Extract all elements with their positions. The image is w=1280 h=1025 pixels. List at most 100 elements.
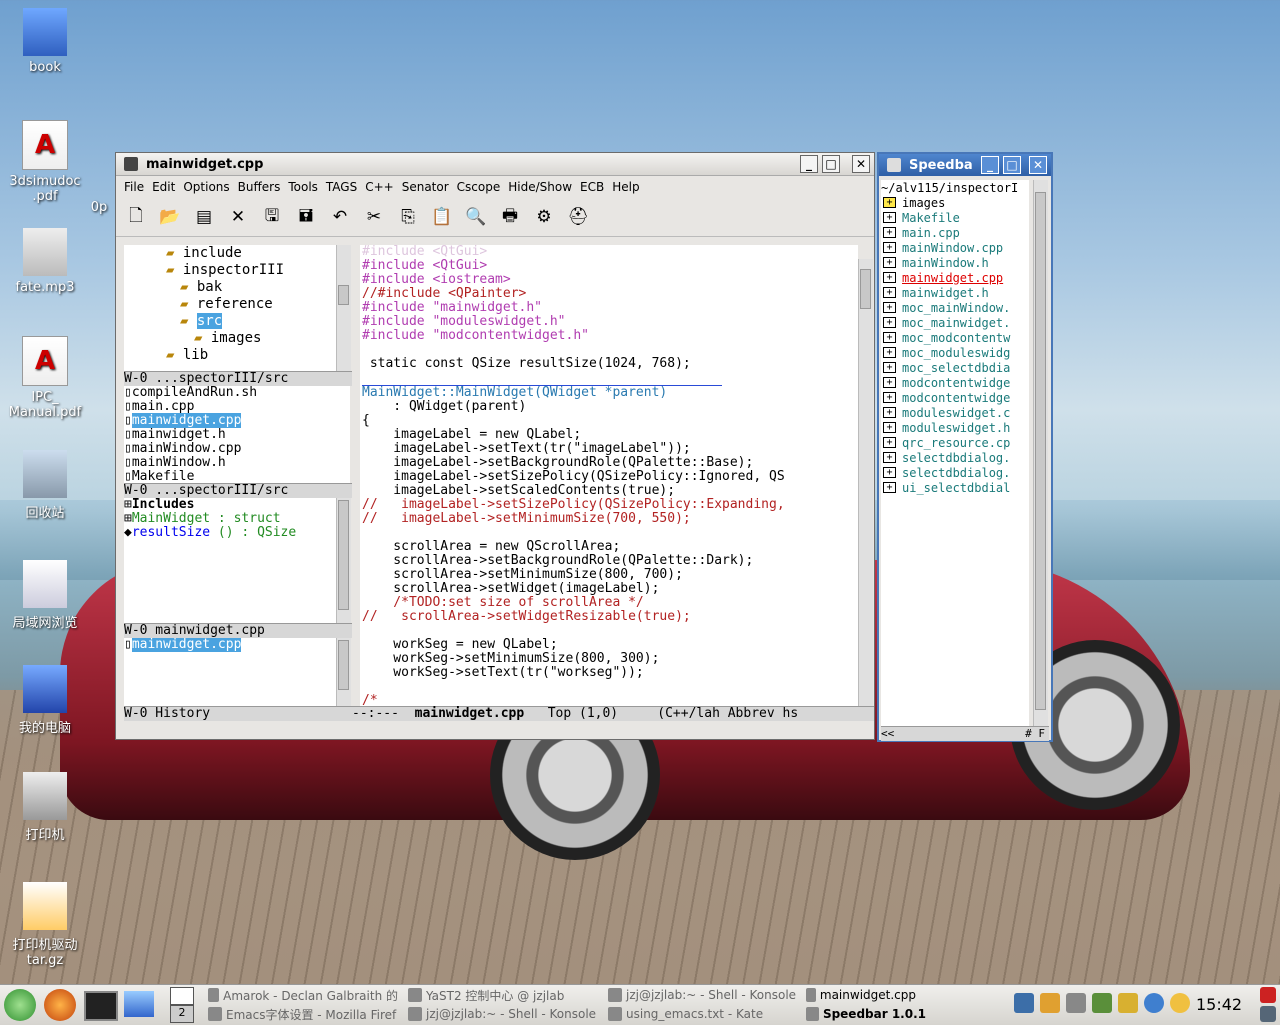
source-file-item[interactable]: ▯mainWindow.cpp xyxy=(124,442,350,456)
speedbar-item[interactable]: + modcontentwidge xyxy=(881,390,1029,405)
expand-file-icon[interactable]: + xyxy=(883,287,896,298)
menu-cscope[interactable]: Cscope xyxy=(453,180,505,194)
taskbar-task[interactable]: Speedbar 1.0.1 xyxy=(806,1005,926,1023)
undo-icon[interactable]: ↶ xyxy=(326,204,354,230)
dir-tree-item[interactable]: ▰ bak xyxy=(124,279,350,296)
taskbar-task[interactable]: YaST2 控制中心 @ jzjlab xyxy=(408,986,598,1004)
paste-icon[interactable]: 📋 xyxy=(428,204,456,230)
source-file-item[interactable]: ▯main.cpp xyxy=(124,400,350,414)
help-icon[interactable]: ⛑ xyxy=(564,204,592,230)
speedbar-item[interactable]: + Makefile xyxy=(881,210,1029,225)
menu-c++[interactable]: C++ xyxy=(361,180,398,194)
dir-tree-item[interactable]: ▰ include xyxy=(124,245,350,262)
history-item[interactable]: ▯mainwidget.cpp xyxy=(124,638,336,652)
methods-scrollbar[interactable] xyxy=(336,498,351,623)
new-file-icon[interactable]: 🗋 xyxy=(122,204,150,230)
desktop-icon[interactable]: 打印机驱动 tar.gz xyxy=(0,882,90,968)
speedbar-item[interactable]: + qrc_resource.cp xyxy=(881,435,1029,450)
save-icon[interactable]: 🖫 xyxy=(258,204,286,230)
dir-tree-item[interactable]: ▰ images xyxy=(124,330,350,347)
expand-file-icon[interactable]: + xyxy=(883,272,896,283)
method-item[interactable]: ◆resultSize () : QSize xyxy=(124,526,336,540)
speedbar-item[interactable]: + mainwidget.cpp xyxy=(881,270,1029,285)
speedbar-item[interactable]: + moc_modcontentw xyxy=(881,330,1029,345)
speedbar-item[interactable]: + main.cpp xyxy=(881,225,1029,240)
desktop-icon[interactable]: A 3dsimudoc .pdf xyxy=(0,120,90,204)
speedbar-item[interactable]: + moduleswidget.h xyxy=(881,420,1029,435)
desktop-icon[interactable]: fate.mp3 xyxy=(0,228,90,295)
expand-file-icon[interactable]: + xyxy=(883,482,896,493)
method-item[interactable]: ⊞Includes xyxy=(124,498,336,512)
speedbar-item[interactable]: + ui_selectdbdial xyxy=(881,480,1029,495)
speedbar-item[interactable]: + selectdbdialog. xyxy=(881,450,1029,465)
expand-file-icon[interactable]: + xyxy=(883,422,896,433)
speedbar-item[interactable]: + images xyxy=(881,195,1029,210)
logout-icon[interactable] xyxy=(1260,987,1276,1003)
printer-tray-icon[interactable] xyxy=(1066,993,1086,1013)
speedbar-item[interactable]: + selectdbdialog. xyxy=(881,465,1029,480)
dir-tree-item[interactable]: ▰ inspectorIII xyxy=(124,262,350,279)
expand-file-icon[interactable]: + xyxy=(883,437,896,448)
expand-file-icon[interactable]: + xyxy=(883,227,896,238)
expand-file-icon[interactable]: + xyxy=(883,302,896,313)
close-icon[interactable]: ✕ xyxy=(224,204,252,230)
menu-ecb[interactable]: ECB xyxy=(576,180,608,194)
emacs-titlebar[interactable]: mainwidget.cpp _ □ ✕ xyxy=(116,153,874,176)
terminal-icon[interactable] xyxy=(84,991,118,1021)
speedbar-item[interactable]: + moc_mainWindow. xyxy=(881,300,1029,315)
maximize-button[interactable]: □ xyxy=(1003,156,1021,174)
expand-file-icon[interactable]: + xyxy=(883,467,896,478)
expand-folder-icon[interactable]: + xyxy=(883,197,896,208)
history-scrollbar[interactable] xyxy=(336,638,351,706)
taskbar-task[interactable]: Amarok - Declan Galbraith 的 xyxy=(208,986,398,1004)
method-item[interactable]: ⊞MainWidget : struct xyxy=(124,512,336,526)
expand-file-icon[interactable]: + xyxy=(883,257,896,268)
speedbar-path[interactable]: ~/alv115/inspectorI xyxy=(881,180,1029,195)
taskbar-task[interactable]: Emacs字体设置 - Mozilla Firef xyxy=(208,1005,398,1023)
menu-tools[interactable]: Tools xyxy=(284,180,322,194)
expand-file-icon[interactable]: + xyxy=(883,212,896,223)
source-file-item[interactable]: ▯compileAndRun.sh xyxy=(124,386,350,400)
preferences-icon[interactable]: ⚙ xyxy=(530,204,558,230)
speedbar-item[interactable]: + mainWindow.h xyxy=(881,255,1029,270)
expand-file-icon[interactable]: + xyxy=(883,242,896,253)
pager-desktop-2[interactable]: 2 xyxy=(170,1005,194,1023)
desktop-icon[interactable]: 打印机 xyxy=(0,772,90,843)
window-menu-icon[interactable] xyxy=(887,158,901,172)
close-button[interactable]: ✕ xyxy=(1029,156,1047,174)
source-file-item[interactable]: ▯Makefile xyxy=(124,470,350,484)
taskbar-task[interactable]: using_emacs.txt - Kate xyxy=(608,1005,798,1023)
speedbar-item[interactable]: + moduleswidget.c xyxy=(881,405,1029,420)
speedbar-titlebar[interactable]: Speedba _ □ ✕ xyxy=(879,154,1051,176)
print-icon[interactable]: 🖶 xyxy=(496,204,524,230)
volume-icon[interactable] xyxy=(1014,993,1034,1013)
desktop-icon[interactable]: 回收站 xyxy=(0,450,90,521)
menu-senator[interactable]: Senator xyxy=(398,180,453,194)
expand-file-icon[interactable]: + xyxy=(883,392,896,403)
code-editor[interactable]: #include <QtGui> #include <QtGui> #include… xyxy=(360,245,858,707)
menu-buffers[interactable]: Buffers xyxy=(234,180,285,194)
search-icon[interactable]: 🔍 xyxy=(462,204,490,230)
pager-desktop-1[interactable] xyxy=(170,987,194,1005)
taskbar-task[interactable]: mainwidget.cpp xyxy=(806,986,916,1004)
speedbar-item[interactable]: + mainWindow.cpp xyxy=(881,240,1029,255)
lock-icon[interactable] xyxy=(1118,993,1138,1013)
dir-tree-item[interactable]: ▰ lib xyxy=(124,347,350,364)
speedbar-item[interactable]: + modcontentwidge xyxy=(881,375,1029,390)
menu-help[interactable]: Help xyxy=(608,180,643,194)
speedbar-item[interactable]: + mainwidget.h xyxy=(881,285,1029,300)
expand-file-icon[interactable]: + xyxy=(883,407,896,418)
dired-icon[interactable]: ▤ xyxy=(190,204,218,230)
clock[interactable]: 15:42 xyxy=(1196,995,1242,1014)
speedbar-item[interactable]: + moc_selectdbdia xyxy=(881,360,1029,375)
minimize-button[interactable]: _ xyxy=(800,155,818,173)
desktop-icon[interactable]: 我的电脑 xyxy=(0,665,90,736)
desktop-icon[interactable]: A IPC_ Manual.pdf xyxy=(0,336,90,420)
source-file-item[interactable]: ▯mainwidget.cpp xyxy=(124,413,350,428)
open-folder-icon[interactable]: 📂 xyxy=(156,204,184,230)
cut-icon[interactable]: ✂ xyxy=(360,204,388,230)
firefox-icon[interactable] xyxy=(44,989,76,1021)
speedbar-item[interactable]: + moc_mainwidget. xyxy=(881,315,1029,330)
lock-screen-icon[interactable] xyxy=(1260,1006,1276,1022)
expand-file-icon[interactable]: + xyxy=(883,452,896,463)
